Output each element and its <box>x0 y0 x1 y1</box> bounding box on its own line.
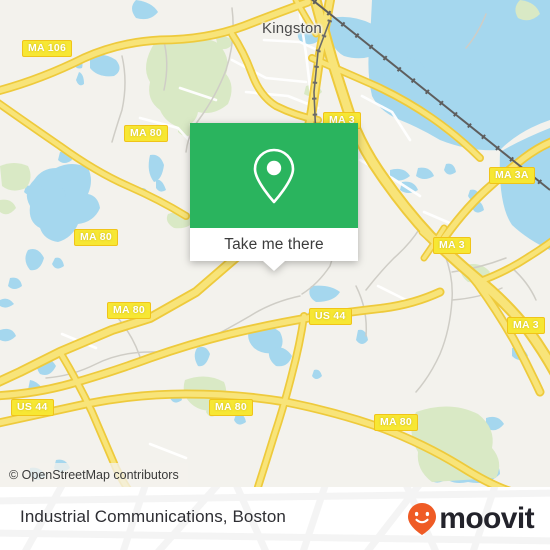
osm-attribution[interactable]: © OpenStreetMap contributors <box>0 463 188 487</box>
location-popup-card[interactable]: Take me there <box>190 123 358 271</box>
moovit-logo[interactable]: moovit <box>406 502 535 535</box>
moovit-wordmark: moovit <box>439 502 534 535</box>
highway-shield[interactable]: MA 3A <box>489 167 535 184</box>
map-screenshot: Kingston MA 106 MA 80 MA 3 MA 3A MA 80 M… <box>0 0 550 550</box>
highway-shield[interactable]: US 44 <box>11 399 54 416</box>
highway-shield[interactable]: MA 80 <box>374 414 419 431</box>
highway-shield[interactable]: MA 3 <box>507 317 545 334</box>
highway-shield[interactable]: MA 80 <box>107 302 152 319</box>
popup-header <box>190 123 358 228</box>
highway-shield[interactable]: MA 106 <box>22 40 73 57</box>
highway-shield[interactable]: MA 3 <box>433 237 471 254</box>
moovit-pin-smiley-icon <box>408 503 437 535</box>
highway-shield[interactable]: MA 80 <box>124 125 169 142</box>
map-canvas[interactable]: Kingston MA 106 MA 80 MA 3 MA 3A MA 80 M… <box>0 0 550 487</box>
place-title: Industrial Communications, Boston <box>20 507 286 526</box>
highway-shield[interactable]: MA 80 <box>209 399 254 416</box>
map-pin-icon <box>253 148 295 203</box>
highway-shield[interactable]: MA 80 <box>74 229 119 246</box>
highway-shield[interactable]: US 44 <box>309 308 352 325</box>
popup-action-bar[interactable]: Take me there <box>190 228 358 261</box>
footer-bar: Industrial Communications, Boston moovit <box>0 487 550 550</box>
take-me-there-label: Take me there <box>224 235 324 253</box>
popup-pointer-tail <box>263 261 285 271</box>
